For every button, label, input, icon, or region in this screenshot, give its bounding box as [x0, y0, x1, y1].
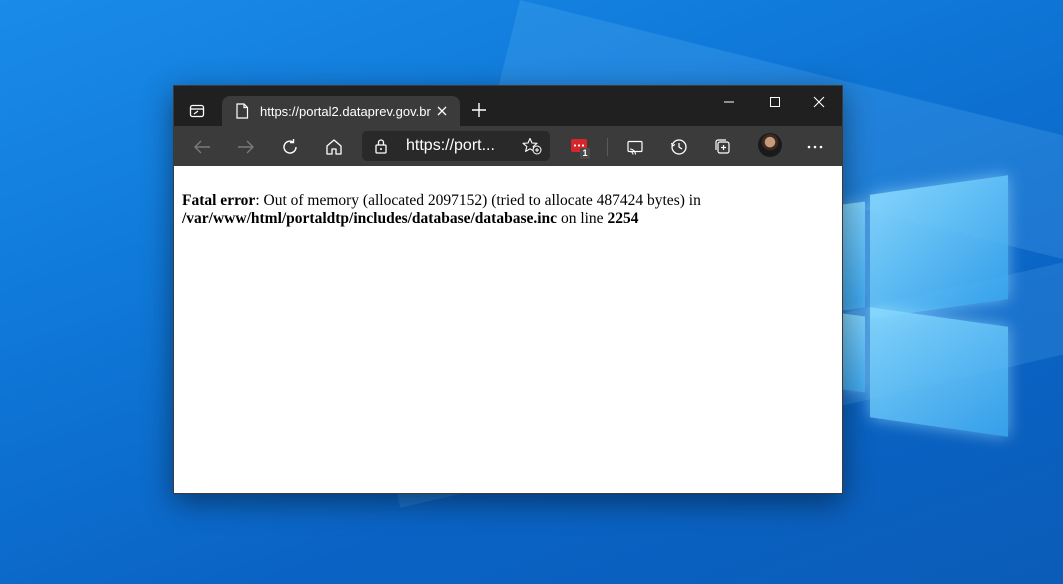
home-button[interactable] [321, 134, 347, 160]
refresh-icon [283, 139, 297, 154]
toolbar-divider [607, 138, 608, 156]
minimize-icon [724, 101, 734, 103]
maximize-button[interactable] [752, 86, 798, 118]
browser-toolbar: https://port... 1 [174, 126, 842, 166]
add-favorite-icon[interactable] [522, 137, 542, 155]
new-tab-button[interactable] [468, 99, 490, 121]
more-icon[interactable] [802, 134, 828, 160]
close-window-button[interactable] [796, 86, 842, 118]
error-line-prefix: on line [557, 210, 608, 227]
close-icon[interactable] [434, 103, 450, 119]
page-icon [235, 103, 251, 119]
avatar[interactable] [758, 133, 782, 157]
forward-button[interactable] [233, 134, 259, 160]
maximize-icon [770, 97, 780, 107]
tab-actions-icon[interactable] [184, 98, 210, 124]
error-label: Fatal error [182, 192, 256, 209]
tab-active[interactable]: https://portal2.dataprev.gov.br [222, 96, 460, 126]
forward-icon [238, 140, 254, 154]
windows-logo [843, 175, 1008, 437]
php-error-message: Fatal error: Out of memory (allocated 20… [182, 192, 832, 228]
title-bar: https://portal2.dataprev.gov.br [174, 86, 842, 126]
extension-icon[interactable]: 1 [569, 137, 593, 159]
plus-icon [472, 103, 486, 117]
back-icon [194, 140, 210, 154]
error-text: : Out of memory (allocated 2097152) (tri… [255, 192, 701, 209]
refresh-button[interactable] [277, 134, 303, 160]
back-button[interactable] [189, 134, 215, 160]
collections-icon[interactable] [710, 134, 736, 160]
tab-title: https://portal2.dataprev.gov.br [260, 103, 431, 119]
lock-icon[interactable] [374, 138, 390, 154]
error-line-number: 2254 [607, 210, 639, 227]
browser-window: https://portal2.dataprev.gov.br https://… [173, 85, 843, 494]
address-url[interactable]: https://port... [406, 137, 495, 155]
error-file-path: /var/www/html/portaldtp/includes/databas… [182, 210, 558, 227]
address-bar[interactable]: https://port... [362, 131, 550, 161]
home-icon [326, 139, 342, 155]
close-icon [813, 96, 825, 108]
extension-badge: 1 [580, 148, 590, 159]
minimize-button[interactable] [706, 86, 752, 118]
history-icon[interactable] [666, 134, 692, 160]
page-content: Fatal error: Out of memory (allocated 20… [174, 166, 842, 493]
cast-icon[interactable] [622, 134, 648, 160]
